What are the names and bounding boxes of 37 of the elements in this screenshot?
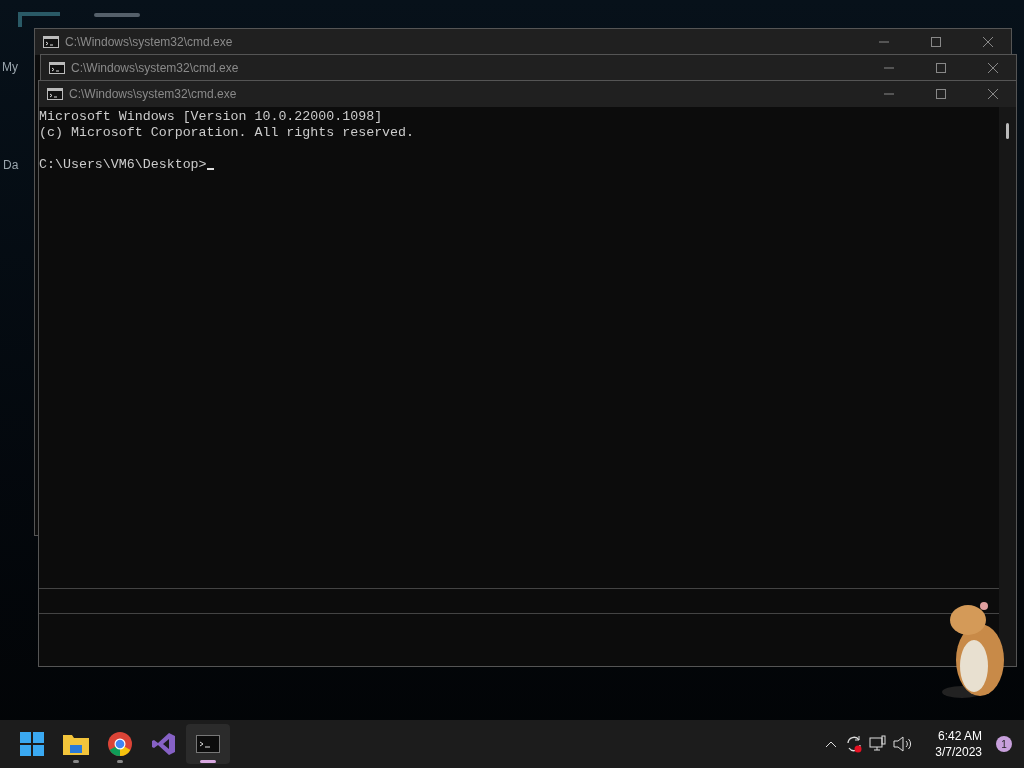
console-icon — [43, 36, 59, 48]
window-title: C:\Windows\system32\cmd.exe — [71, 60, 240, 77]
close-icon — [987, 89, 999, 99]
volume-icon[interactable] — [893, 735, 914, 753]
browser-icon — [108, 732, 132, 756]
window-title: C:\Windows\system32\cmd.exe — [69, 86, 238, 103]
scrollbar-thumb[interactable] — [1006, 123, 1009, 139]
maximize-icon — [935, 63, 947, 73]
running-indicator — [200, 760, 216, 763]
studio-icon — [152, 732, 176, 756]
console-output-line: (c) Microsoft Corporation. All rights reserved. — [39, 125, 416, 141]
clock-time: 6:42 AM — [937, 728, 982, 744]
window-title: C:\Windows\system32\cmd.exe — [65, 34, 234, 51]
console-output-line: Microsoft Windows [Version 10.0.22000.1098] — [39, 109, 384, 125]
clock-date: 3/7/2023 — [935, 744, 982, 760]
running-indicator — [73, 760, 79, 763]
taskbar-app-button[interactable] — [186, 724, 230, 764]
running-indicator — [117, 760, 123, 763]
clock[interactable]: 6:42 AM 3/7/2023 — [927, 728, 990, 760]
chevron-up-icon[interactable] — [825, 740, 838, 748]
close-icon — [982, 37, 994, 47]
console-icon — [47, 88, 63, 100]
command-prompt: C:\Users\VM6\Desktop> — [39, 157, 207, 173]
desktop-icon-label: Da — [3, 157, 19, 174]
text-cursor — [206, 168, 214, 170]
maximize-icon — [930, 37, 942, 47]
terminal-icon — [196, 735, 220, 753]
desktop-icon-label: My — [2, 59, 18, 76]
folder-icon — [63, 733, 89, 755]
sync-icon[interactable] — [845, 735, 864, 753]
close-icon — [987, 63, 999, 73]
windows-logo-icon — [20, 732, 44, 756]
maximize-icon — [935, 89, 947, 99]
scrollbar[interactable] — [999, 107, 1016, 666]
network-icon[interactable] — [869, 735, 888, 753]
console-icon — [49, 62, 65, 74]
notification-badge[interactable]: 1 — [996, 736, 1012, 752]
